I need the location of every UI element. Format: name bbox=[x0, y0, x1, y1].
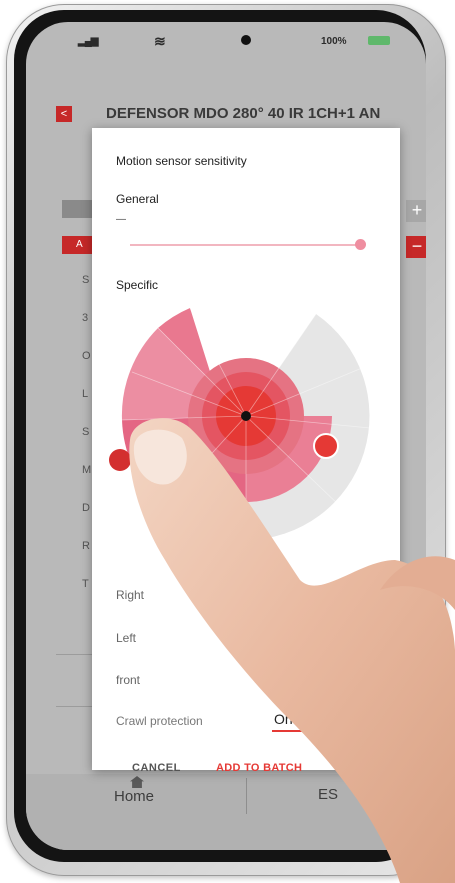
crawl-protection-underline bbox=[272, 730, 342, 732]
background-row-label: R bbox=[82, 540, 90, 552]
background-divider bbox=[56, 706, 96, 707]
nav-home-label: Home bbox=[114, 788, 155, 805]
background-row-label: D bbox=[82, 502, 90, 514]
background-row-label: L bbox=[82, 388, 89, 400]
option-front[interactable]: front bbox=[116, 673, 140, 687]
cancel-button[interactable]: CANCEL bbox=[132, 762, 181, 774]
nav-divider bbox=[246, 778, 247, 814]
add-to-batch-button[interactable]: ADD TO BATCH bbox=[216, 762, 302, 774]
specific-section-title: Specific bbox=[116, 278, 159, 292]
battery-icon bbox=[368, 36, 390, 45]
nav-item-second[interactable]: ES bbox=[318, 786, 338, 803]
back-button[interactable]: < bbox=[56, 106, 72, 122]
background-tab[interactable] bbox=[62, 200, 92, 218]
front-camera bbox=[241, 35, 251, 45]
background-row-label: S bbox=[82, 426, 90, 438]
option-divider bbox=[302, 649, 382, 650]
wifi-icon: ≋ bbox=[154, 33, 166, 49]
background-row-label: O bbox=[82, 350, 91, 362]
chevron-left-icon: < bbox=[60, 108, 68, 120]
signal-icon: ▂▄▆ bbox=[78, 36, 98, 47]
zone-handle-right[interactable] bbox=[313, 433, 339, 459]
device-title: DEFENSOR MDO 280° 40 IR 1CH+1 AN bbox=[106, 105, 381, 122]
background-row-label: M bbox=[82, 464, 92, 476]
option-left[interactable]: Left bbox=[116, 631, 136, 645]
crawl-protection-select[interactable]: On bbox=[274, 711, 293, 727]
background-tab-active[interactable]: A bbox=[62, 236, 92, 254]
home-icon bbox=[130, 776, 144, 788]
background-row-label: T bbox=[82, 578, 89, 590]
battery-percentage: 100% bbox=[321, 36, 347, 47]
general-value: — bbox=[116, 214, 126, 225]
background-divider bbox=[56, 654, 96, 655]
background-row-label: 3 bbox=[82, 312, 89, 324]
crawl-protection-label: Crawl protection bbox=[116, 714, 203, 728]
option-divider bbox=[302, 606, 382, 607]
motion-sensitivity-dialog: Motion sensor sensitivity General — Spec… bbox=[92, 128, 400, 774]
option-right[interactable]: Right bbox=[116, 588, 144, 602]
sensor-zone-editor[interactable] bbox=[92, 308, 400, 558]
sensor-center bbox=[241, 411, 251, 421]
plus-icon[interactable]: + bbox=[406, 200, 426, 222]
slider-thumb[interactable] bbox=[355, 239, 366, 250]
background-row-label: S bbox=[82, 274, 90, 286]
general-section-title: General bbox=[116, 192, 159, 206]
zone-handle-left[interactable] bbox=[109, 449, 131, 471]
general-sensitivity-slider[interactable] bbox=[130, 244, 362, 246]
phone-screen: ▂▄▆ ≋ 100% < DEFENSOR MDO 280° 40 IR 1CH… bbox=[26, 22, 426, 850]
status-bar: ▂▄▆ ≋ 100% bbox=[26, 22, 426, 58]
minus-icon[interactable]: − bbox=[406, 236, 426, 258]
bottom-nav: Home ES bbox=[26, 774, 426, 850]
dialog-title: Motion sensor sensitivity bbox=[116, 154, 247, 168]
